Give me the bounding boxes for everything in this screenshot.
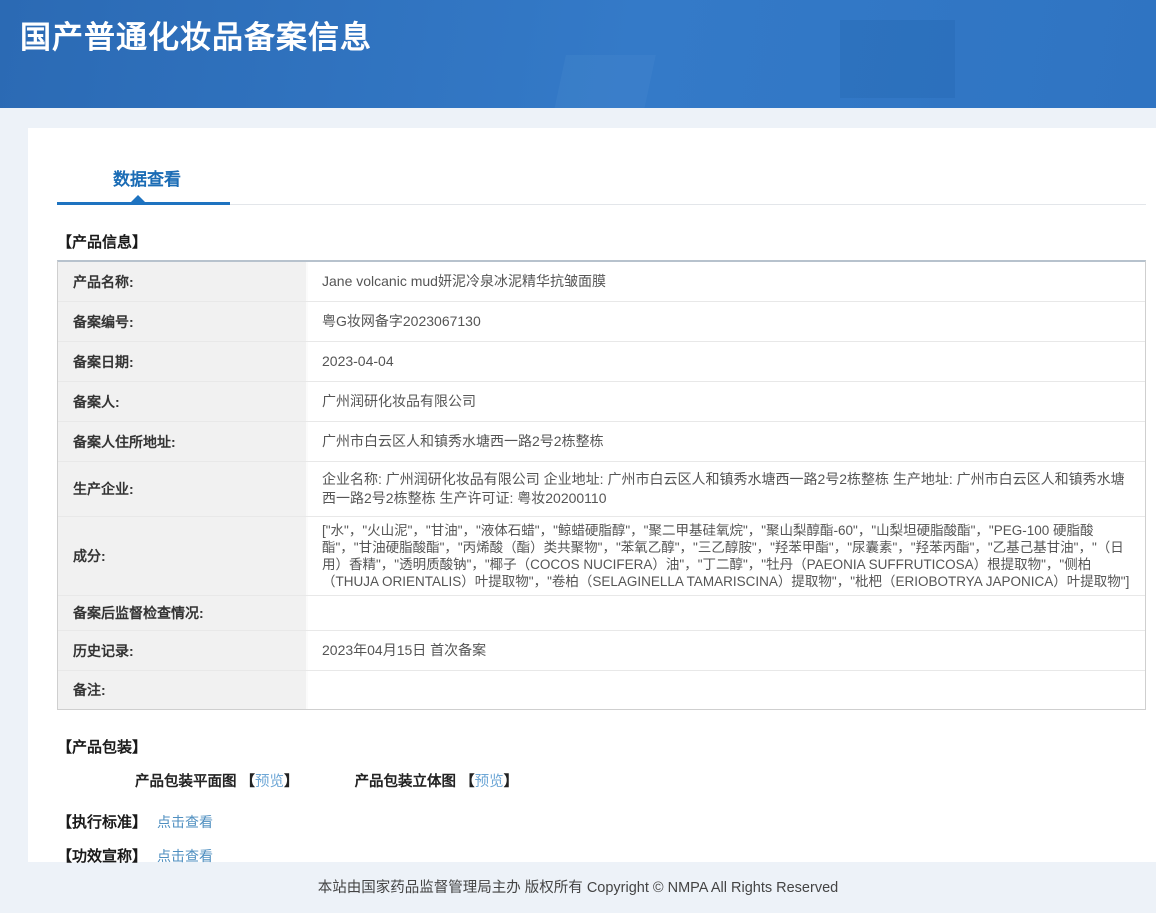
packaging-previews: 产品包装平面图 【预览】 产品包装立体图 【预览】	[135, 770, 1146, 791]
row-label: 备注:	[58, 671, 308, 709]
packaging-stereo-label: 产品包装立体图	[355, 774, 457, 790]
bracket-close: 】	[284, 774, 299, 790]
section-packaging-title: 【产品包装】	[57, 736, 1146, 757]
packaging-flat-label: 产品包装平面图	[135, 774, 237, 790]
row-value: 企业名称: 广州润研化妆品有限公司 企业地址: 广州市白云区人和镇秀水塘西一路2…	[308, 462, 1145, 516]
main-area: 数据查看 【产品信息】 产品名称: Jane volcanic mud妍泥冷泉冰…	[0, 108, 1156, 862]
content-card: 数据查看 【产品信息】 产品名称: Jane volcanic mud妍泥冷泉冰…	[28, 128, 1156, 862]
row-value: ["水"，"火山泥"，"甘油"，"液体石蜡"，"鲸蜡硬脂醇"，"聚二甲基硅氧烷"…	[308, 517, 1145, 595]
header-decoration	[554, 55, 656, 108]
preview-link-stereo[interactable]: 预览	[475, 774, 504, 790]
table-row: 生产企业: 企业名称: 广州润研化妆品有限公司 企业地址: 广州市白云区人和镇秀…	[58, 462, 1145, 517]
section-product-info-title: 【产品信息】	[57, 231, 1146, 252]
table-row: 备案后监督检查情况:	[58, 596, 1145, 631]
exec-standard-link[interactable]: 点击查看	[157, 814, 213, 830]
row-value: 粤G妆网备字2023067130	[308, 302, 1145, 341]
row-value	[308, 596, 1145, 630]
row-label: 备案编号:	[58, 302, 308, 341]
table-row: 备注:	[58, 671, 1145, 709]
table-row: 成分: ["水"，"火山泥"，"甘油"，"液体石蜡"，"鲸蜡硬脂醇"，"聚二甲基…	[58, 517, 1145, 596]
row-value: 2023年04月15日 首次备案	[308, 631, 1145, 670]
efficacy-claim-link[interactable]: 点击查看	[157, 848, 213, 864]
row-label: 成分:	[58, 517, 308, 595]
bracket-open: 【	[241, 774, 256, 790]
page-header: 国产普通化妆品备案信息	[0, 0, 1156, 108]
row-label: 产品名称:	[58, 262, 308, 301]
row-label: 备案人住所地址:	[58, 422, 308, 461]
preview-link-flat[interactable]: 预览	[255, 774, 284, 790]
tab-data-view[interactable]: 数据查看	[113, 165, 181, 190]
header-decoration	[840, 20, 955, 98]
section-exec-standard-title: 【执行标准】	[57, 814, 147, 831]
efficacy-claim-row: 【功效宣称】点击查看	[57, 845, 1146, 866]
row-value: 广州润研化妆品有限公司	[308, 382, 1145, 421]
table-row: 备案日期: 2023-04-04	[58, 342, 1145, 382]
bracket-close: 】	[504, 774, 519, 790]
row-label: 备案人:	[58, 382, 308, 421]
tab-underline	[57, 204, 1146, 205]
table-row: 备案人: 广州润研化妆品有限公司	[58, 382, 1145, 422]
row-label: 历史记录:	[58, 631, 308, 670]
packaging-stereo-group: 产品包装立体图 【预览】	[355, 770, 519, 791]
table-row: 历史记录: 2023年04月15日 首次备案	[58, 631, 1145, 671]
row-label: 备案后监督检查情况:	[58, 596, 308, 630]
row-value: 广州市白云区人和镇秀水塘西一路2号2栋整栋	[308, 422, 1145, 461]
row-label: 备案日期:	[58, 342, 308, 381]
row-value: 2023-04-04	[308, 342, 1145, 381]
row-value	[308, 671, 1145, 709]
product-info-table: 产品名称: Jane volcanic mud妍泥冷泉冰泥精华抗皱面膜 备案编号…	[57, 260, 1146, 710]
tab-pointer-triangle	[130, 195, 146, 203]
section-efficacy-claim-title: 【功效宣称】	[57, 848, 147, 865]
footer-text: 本站由国家药品监督管理局主办 版权所有 Copyright © NMPA All…	[318, 880, 838, 896]
table-row: 备案编号: 粤G妆网备字2023067130	[58, 302, 1145, 342]
table-row: 产品名称: Jane volcanic mud妍泥冷泉冰泥精华抗皱面膜	[58, 262, 1145, 302]
exec-standard-row: 【执行标准】点击查看	[57, 811, 1146, 832]
row-value: Jane volcanic mud妍泥冷泉冰泥精华抗皱面膜	[308, 262, 1145, 301]
bracket-open: 【	[460, 774, 475, 790]
page-title: 国产普通化妆品备案信息	[0, 0, 1156, 57]
packaging-flat-group: 产品包装平面图 【预览】	[135, 770, 299, 791]
table-row: 备案人住所地址: 广州市白云区人和镇秀水塘西一路2号2栋整栋	[58, 422, 1145, 462]
row-label: 生产企业:	[58, 462, 308, 516]
page-footer: 本站由国家药品监督管理局主办 版权所有 Copyright © NMPA All…	[0, 862, 1156, 913]
